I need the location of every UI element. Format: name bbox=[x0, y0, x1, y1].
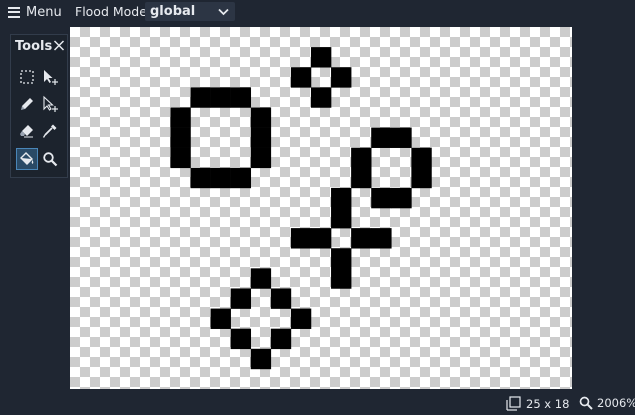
pixel bbox=[391, 127, 412, 148]
pixel bbox=[411, 167, 432, 189]
menu-label: Menu bbox=[26, 4, 62, 20]
pixel bbox=[371, 187, 392, 209]
pixel bbox=[250, 107, 272, 128]
flood-mode-value: global bbox=[150, 4, 196, 19]
pixel bbox=[331, 187, 352, 209]
tools-title: Tools bbox=[15, 39, 53, 54]
eyedropper-icon bbox=[42, 124, 57, 138]
pixel bbox=[230, 328, 252, 350]
pixel bbox=[331, 248, 352, 269]
pixel bbox=[310, 87, 332, 108]
dashed-rect-icon bbox=[20, 70, 34, 84]
pixel bbox=[411, 147, 432, 169]
flood-mode-label: Flood Mode: bbox=[75, 4, 152, 19]
pixel bbox=[290, 308, 312, 329]
pixel-art bbox=[170, 47, 432, 370]
canvas-size-text: 25 x 18 bbox=[526, 396, 570, 411]
hamburger-icon bbox=[8, 6, 20, 18]
pencil-icon bbox=[21, 98, 33, 110]
pixel bbox=[210, 87, 231, 108]
pixel bbox=[230, 87, 252, 108]
pixel bbox=[250, 147, 272, 169]
close-icon[interactable] bbox=[53, 38, 65, 52]
pixel bbox=[250, 268, 272, 289]
pixel bbox=[290, 228, 312, 249]
eyedropper-tool[interactable] bbox=[40, 121, 60, 141]
pixel bbox=[371, 228, 392, 249]
pixel bbox=[210, 167, 231, 189]
pixel bbox=[190, 167, 211, 189]
pixel bbox=[331, 67, 352, 88]
pixel bbox=[351, 147, 372, 169]
pixel bbox=[391, 187, 412, 209]
select-add-tool[interactable] bbox=[40, 94, 60, 114]
pixel bbox=[170, 107, 191, 128]
pixel bbox=[310, 228, 332, 249]
canvas-size-icon bbox=[506, 396, 521, 411]
bucket-fill-tool[interactable] bbox=[16, 148, 38, 170]
pixel bbox=[270, 328, 292, 350]
eraser-icon bbox=[20, 125, 33, 138]
pixel bbox=[170, 127, 191, 148]
magnifier-icon bbox=[579, 396, 593, 410]
pixel bbox=[310, 47, 332, 68]
pixel bbox=[170, 147, 191, 169]
pixel bbox=[230, 167, 252, 189]
chevron-down-icon bbox=[218, 8, 229, 15]
pixel bbox=[290, 67, 312, 88]
pixel bbox=[331, 268, 352, 289]
top-bar: Menu Flood Mode: global bbox=[0, 0, 635, 24]
arrow-plus-icon bbox=[44, 70, 58, 85]
pixel bbox=[230, 288, 252, 309]
pixel bbox=[351, 228, 372, 249]
magnifier-icon bbox=[43, 152, 58, 167]
canvas-size-status: 25 x 18 bbox=[506, 396, 569, 411]
tools-panel: Tools bbox=[10, 34, 68, 178]
pixel bbox=[351, 167, 372, 189]
rectangle-select-tool[interactable] bbox=[17, 67, 37, 87]
pencil-tool[interactable] bbox=[17, 94, 37, 114]
eraser-tool[interactable] bbox=[17, 121, 37, 141]
arrow-plus-outline-icon bbox=[43, 95, 58, 112]
move-add-tool[interactable] bbox=[40, 67, 60, 87]
pixel bbox=[270, 288, 292, 309]
bucket-icon bbox=[20, 152, 34, 165]
zoom-status: 2006% bbox=[579, 396, 635, 410]
pixel bbox=[210, 308, 231, 329]
zoom-level-text: 2006% bbox=[597, 396, 635, 410]
pixel bbox=[190, 87, 211, 108]
zoom-tool[interactable] bbox=[40, 149, 60, 169]
menu-button[interactable]: Menu bbox=[8, 3, 62, 21]
pixel bbox=[250, 348, 272, 370]
pixel bbox=[250, 127, 272, 148]
pixel bbox=[371, 127, 392, 148]
pixel-canvas[interactable] bbox=[70, 27, 572, 389]
flood-mode-select[interactable]: global bbox=[145, 2, 235, 21]
pixel bbox=[331, 208, 352, 229]
